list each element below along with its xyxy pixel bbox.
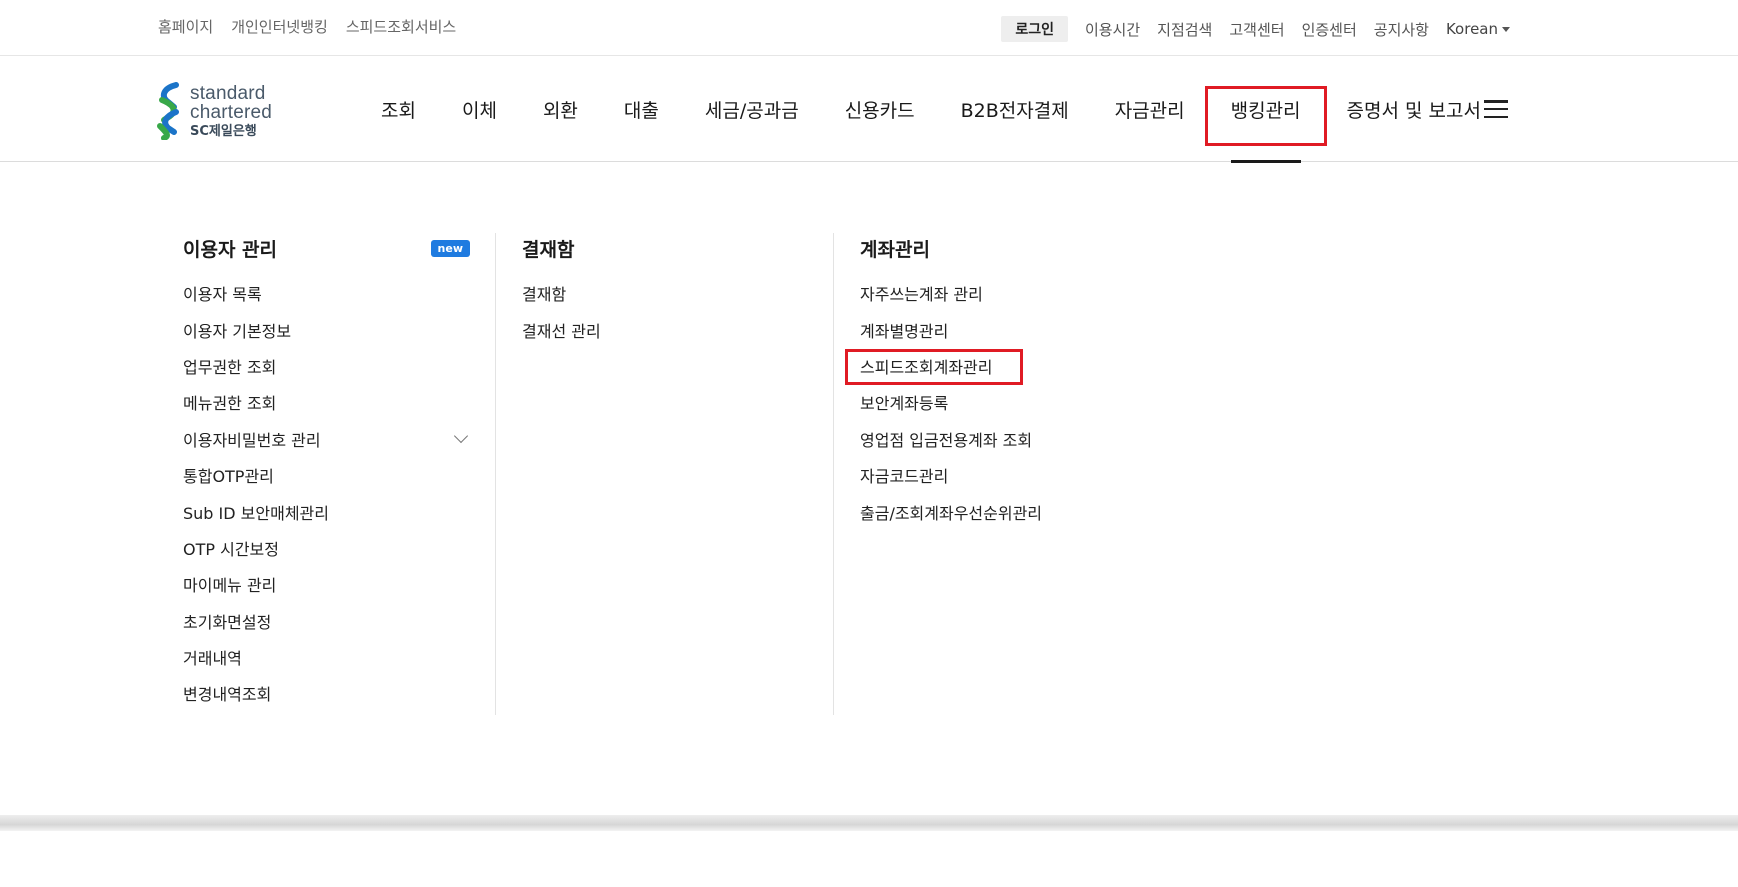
menu-link[interactable]: OTP 시간보정 bbox=[183, 530, 470, 566]
menu-link-label: 통합OTP관리 bbox=[183, 467, 274, 487]
main-nav: standard chartered SC제일은행 조회 이체 외환 대출 세금… bbox=[0, 56, 1738, 163]
chevron-down-icon[interactable] bbox=[453, 428, 469, 443]
language-selector[interactable]: Korean bbox=[1446, 20, 1510, 38]
column-heading: 결재함 bbox=[522, 233, 802, 263]
menu-link-speed-inquiry-account[interactable]: 스피드조회계좌관리 bbox=[845, 348, 1160, 385]
branch-search-link[interactable]: 지점검색 bbox=[1157, 19, 1212, 40]
column-account-management: 계좌관리 자주쓰는계좌 관리 계좌별명관리 스피드조회계좌관리 보안계좌등록 영… bbox=[845, 233, 1160, 530]
column-title: 이용자 관리 bbox=[183, 238, 278, 261]
column-heading: 계좌관리 bbox=[860, 233, 1160, 263]
menu-link[interactable]: Sub ID 보안매체관리 bbox=[183, 493, 470, 529]
menu-link-label: 보안계좌등록 bbox=[860, 394, 949, 414]
menu-link[interactable]: 출금/조회계좌우선순위관리 bbox=[860, 493, 1160, 529]
logo-line2: chartered bbox=[190, 102, 273, 123]
column-title: 결재함 bbox=[522, 238, 575, 261]
menu-list: 이용자 목록 이용자 기본정보 업무권한 조회 메뉴권한 조회 이용자비밀번호 … bbox=[183, 275, 470, 712]
new-badge: new bbox=[430, 239, 470, 257]
menu-link[interactable]: 자주쓰는계좌 관리 bbox=[860, 275, 1160, 311]
menu-link-label: 마이메뉴 관리 bbox=[183, 576, 277, 596]
menu-link[interactable]: 마이메뉴 관리 bbox=[183, 566, 470, 602]
menu-link[interactable]: 거래내역 bbox=[183, 639, 470, 675]
menu-link-label: 초기화면설정 bbox=[183, 612, 272, 632]
menu-link[interactable]: 이용자 기본정보 bbox=[183, 311, 470, 347]
logo-line1: standard bbox=[190, 83, 266, 104]
menu-link-label: 메뉴권한 조회 bbox=[183, 394, 277, 414]
highlight-box bbox=[845, 348, 1023, 385]
nav-item-banking-management[interactable]: 뱅킹관리 bbox=[1204, 56, 1327, 163]
nav-item-certificates[interactable]: 증명서 및 보고서 bbox=[1347, 56, 1481, 162]
menu-list: 결재함 결재선 관리 bbox=[522, 275, 802, 348]
nav-item-tax[interactable]: 세금/공과금 bbox=[705, 56, 799, 162]
menu-link-label: 이용자 목록 bbox=[183, 285, 262, 305]
menu-link-label: OTP 시간보정 bbox=[183, 539, 279, 559]
nav-item-inquiry[interactable]: 조회 bbox=[381, 56, 416, 162]
notice-link[interactable]: 공지사항 bbox=[1374, 19, 1429, 40]
column-user-management: 이용자 관리 new 이용자 목록 이용자 기본정보 업무권한 조회 메뉴권한 … bbox=[183, 233, 470, 712]
hamburger-menu-icon[interactable] bbox=[1484, 100, 1508, 118]
logo-text: standard chartered SC제일은행 bbox=[190, 84, 272, 138]
nav-item-fund-management[interactable]: 자금관리 bbox=[1115, 56, 1185, 162]
column-heading: 이용자 관리 new bbox=[183, 233, 470, 263]
menu-link-label: 이용자 기본정보 bbox=[183, 321, 292, 341]
column-approval-box: 결재함 결재함 결재선 관리 bbox=[522, 233, 802, 348]
caret-down-icon bbox=[1502, 26, 1510, 32]
nav-item-loan[interactable]: 대출 bbox=[624, 56, 659, 162]
hamburger-bar bbox=[1484, 115, 1508, 118]
logo-line3: SC제일은행 bbox=[190, 124, 257, 139]
hamburger-bar bbox=[1484, 100, 1508, 103]
menu-link[interactable]: 결재선 관리 bbox=[522, 311, 802, 347]
menu-link[interactable]: 이용자 목록 bbox=[183, 275, 470, 311]
menu-link-label: 자주쓰는계좌 관리 bbox=[860, 285, 983, 305]
language-label: Korean bbox=[1445, 20, 1498, 38]
column-divider bbox=[495, 233, 496, 715]
menu-link[interactable]: 자금코드관리 bbox=[860, 457, 1160, 493]
customer-center-link[interactable]: 고객센터 bbox=[1229, 19, 1284, 40]
login-button[interactable]: 로그인 bbox=[1001, 16, 1068, 42]
menu-link-label: 결재선 관리 bbox=[522, 321, 601, 341]
column-divider bbox=[833, 233, 834, 715]
dropdown-shadow bbox=[0, 815, 1738, 831]
menu-link[interactable]: 계좌별명관리 bbox=[860, 311, 1160, 347]
hamburger-bar bbox=[1484, 107, 1508, 111]
utility-bar: 홈페이지 개인인터넷뱅킹 스피드조회서비스 로그인 이용시간 지점검색 고객센터… bbox=[0, 0, 1738, 56]
personal-banking-link[interactable]: 개인인터넷뱅킹 bbox=[231, 16, 328, 37]
menu-list: 자주쓰는계좌 관리 계좌별명관리 스피드조회계좌관리 보안계좌등록 영업점 입금… bbox=[845, 275, 1160, 530]
menu-link-label: 결재함 bbox=[522, 285, 567, 305]
highlight-box bbox=[1204, 86, 1327, 146]
nav-item-b2b[interactable]: B2B전자결제 bbox=[961, 56, 1069, 162]
menu-link[interactable]: 영업점 입금전용계좌 조회 bbox=[860, 421, 1160, 457]
certificate-center-link[interactable]: 인증센터 bbox=[1302, 19, 1357, 40]
menu-link-label: 거래내역 bbox=[183, 649, 242, 669]
home-link[interactable]: 홈페이지 bbox=[158, 16, 213, 37]
mega-dropdown: 이용자 관리 new 이용자 목록 이용자 기본정보 업무권한 조회 메뉴권한 … bbox=[0, 163, 1738, 815]
nav-item-credit-card[interactable]: 신용카드 bbox=[845, 56, 915, 162]
menu-link[interactable]: 결재함 bbox=[522, 275, 802, 311]
menu-link[interactable]: 보안계좌등록 bbox=[860, 384, 1160, 420]
menu-link[interactable]: 변경내역조회 bbox=[183, 675, 470, 711]
menu-link-expandable[interactable]: 이용자비밀번호 관리 bbox=[183, 421, 470, 457]
menu-link-label: 출금/조회계좌우선순위관리 bbox=[860, 503, 1043, 523]
menu-link[interactable]: 업무권한 조회 bbox=[183, 348, 470, 384]
menu-link-label: 변경내역조회 bbox=[183, 685, 272, 705]
menu-link-label: Sub ID 보안매체관리 bbox=[183, 503, 329, 523]
main-menu: 조회 이체 외환 대출 세금/공과금 신용카드 B2B전자결제 자금관리 뱅킹관… bbox=[360, 56, 1481, 163]
utility-right-links: 로그인 이용시간 지점검색 고객센터 인증센터 공지사항 Korean bbox=[1001, 16, 1510, 42]
menu-link-label: 계좌별명관리 bbox=[860, 321, 949, 341]
logo[interactable]: standard chartered SC제일은행 bbox=[156, 80, 306, 142]
menu-link[interactable]: 통합OTP관리 bbox=[183, 457, 470, 493]
nav-item-transfer[interactable]: 이체 bbox=[462, 56, 497, 162]
menu-link-label: 이용자비밀번호 관리 bbox=[183, 430, 321, 450]
menu-link-label: 자금코드관리 bbox=[860, 467, 949, 487]
menu-link[interactable]: 초기화면설정 bbox=[183, 603, 470, 639]
menu-link[interactable]: 메뉴권한 조회 bbox=[183, 384, 470, 420]
sc-logo-icon bbox=[157, 82, 179, 140]
menu-link-label: 업무권한 조회 bbox=[183, 357, 277, 377]
utility-left-links: 홈페이지 개인인터넷뱅킹 스피드조회서비스 bbox=[158, 16, 456, 37]
hours-link[interactable]: 이용시간 bbox=[1085, 19, 1140, 40]
speed-inquiry-link[interactable]: 스피드조회서비스 bbox=[346, 16, 456, 37]
menu-link-label: 영업점 입금전용계좌 조회 bbox=[860, 430, 1033, 450]
column-title: 계좌관리 bbox=[860, 238, 930, 261]
nav-item-foreign-exchange[interactable]: 외환 bbox=[543, 56, 578, 162]
